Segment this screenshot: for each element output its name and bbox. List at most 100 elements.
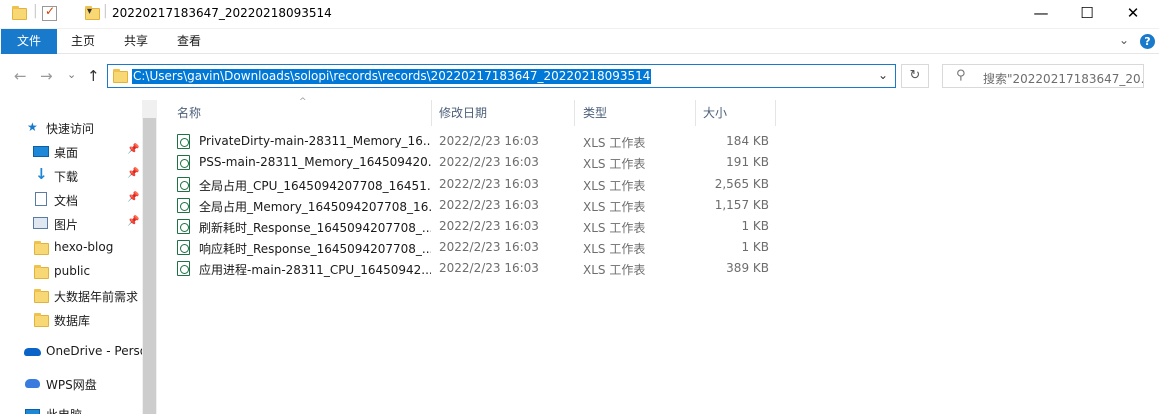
nav-item-downloads[interactable]: ↓ 下载 📌 <box>0 164 142 186</box>
file-date: 2022/2/23 16:03 <box>439 219 539 233</box>
file-type: XLS 工作表 <box>583 242 646 256</box>
file-type: XLS 工作表 <box>583 200 646 214</box>
file-date: 2022/2/23 16:03 <box>439 240 539 254</box>
column-header-size[interactable]: 大小 <box>703 100 727 126</box>
column-header-date[interactable]: 修改日期 <box>439 100 487 126</box>
column-header-type[interactable]: 类型 <box>583 100 607 126</box>
computer-icon <box>25 409 40 414</box>
file-name: PrivateDirty-main-28311_Memory_16... <box>199 134 431 148</box>
window-title: 20220217183647_20220218093514 <box>112 6 332 20</box>
file-name: 应用进程-main-28311_CPU_16450942... <box>199 263 431 277</box>
nav-item-wps[interactable]: WPS网盘 <box>0 372 142 394</box>
pin-icon: 📌 <box>127 192 140 203</box>
file-row[interactable]: 全局占用_CPU_1645094207708_16451... 2022/2/2… <box>163 174 775 195</box>
column-separator[interactable] <box>695 100 696 126</box>
file-name: 全局占用_CPU_1645094207708_16451... <box>199 179 431 193</box>
xls-file-icon <box>177 177 190 192</box>
search-icon: ⚲ <box>956 68 966 83</box>
nav-item-bigdata[interactable]: 大数据年前需求 <box>0 284 142 306</box>
file-row[interactable]: 响应耗时_Response_1645094207708_... 2022/2/2… <box>163 237 775 258</box>
file-size: 2,565 KB <box>714 177 769 191</box>
nav-quick-access[interactable]: ★ 快速访问 <box>0 116 142 138</box>
file-date: 2022/2/23 16:03 <box>439 155 539 169</box>
nav-item-public[interactable]: public <box>0 260 142 282</box>
xls-file-icon <box>177 240 190 255</box>
nav-scrollbar-thumb[interactable] <box>142 118 157 414</box>
xls-file-icon <box>177 219 190 234</box>
address-row: ← → ⌄ ↑ C:\Users\gavin\Downloads\solopi\… <box>0 54 1159 100</box>
file-date: 2022/2/23 16:03 <box>439 198 539 212</box>
nav-label: OneDrive - Perso <box>46 344 142 358</box>
document-icon <box>35 192 47 206</box>
folder-icon <box>34 241 49 255</box>
file-size: 191 KB <box>726 155 769 169</box>
file-row[interactable]: 全局占用_Memory_1645094207708_16... 2022/2/2… <box>163 195 775 216</box>
tab-home[interactable]: 主页 <box>62 29 104 54</box>
file-row[interactable]: PrivateDirty-main-28311_Memory_16... 202… <box>163 131 775 152</box>
up-button[interactable]: ↑ <box>87 67 100 85</box>
address-dropdown-icon[interactable]: ⌄ <box>878 68 888 82</box>
file-type: XLS 工作表 <box>583 157 646 171</box>
back-button[interactable]: ← <box>14 67 27 85</box>
file-name: PSS-main-28311_Memory_164509420... <box>199 155 431 169</box>
help-icon[interactable]: ? <box>1140 34 1155 49</box>
wps-cloud-icon <box>25 379 40 388</box>
folder-icon <box>34 265 49 279</box>
properties-icon[interactable]: ✓ <box>42 4 57 21</box>
column-separator[interactable] <box>574 100 575 126</box>
file-type: XLS 工作表 <box>583 221 646 235</box>
column-separator[interactable] <box>775 100 776 126</box>
tab-file[interactable]: 文件 <box>1 29 57 54</box>
nav-item-thispc[interactable]: 此电脑 <box>0 402 142 414</box>
file-name: 全局占用_Memory_1645094207708_16... <box>199 200 431 214</box>
column-separator[interactable] <box>431 100 432 126</box>
nav-item-documents[interactable]: 文档 📌 <box>0 188 142 210</box>
file-type: XLS 工作表 <box>583 136 646 150</box>
file-row[interactable]: 应用进程-main-28311_CPU_16450942... 2022/2/2… <box>163 258 775 279</box>
nav-label: hexo-blog <box>54 240 114 254</box>
expand-ribbon-icon[interactable]: ⌄ <box>1119 33 1129 47</box>
refresh-button[interactable]: ↻ <box>901 64 929 88</box>
nav-item-hexo-blog[interactable]: hexo-blog <box>0 236 142 258</box>
pin-icon: 📌 <box>127 144 140 155</box>
close-button[interactable]: ✕ <box>1110 0 1156 29</box>
star-icon: ★ <box>27 120 38 134</box>
search-input[interactable]: ⚲ 搜索"20220217183647_20... <box>942 64 1144 88</box>
column-header-name[interactable]: 名称 <box>177 100 201 126</box>
maximize-button[interactable]: ☐ <box>1064 0 1110 29</box>
file-row[interactable]: 刷新耗时_Response_1645094207708_... 2022/2/2… <box>163 216 775 237</box>
address-bar[interactable]: C:\Users\gavin\Downloads\solopi\records\… <box>107 64 896 88</box>
title-bar: | ✓ ▾ | 20220217183647_20220218093514 — … <box>0 0 1159 29</box>
nav-item-desktop[interactable]: 桌面 📌 <box>0 140 142 162</box>
file-name: 刷新耗时_Response_1645094207708_... <box>199 221 431 235</box>
forward-button[interactable]: → <box>40 67 53 85</box>
folder-icon <box>34 289 49 303</box>
file-size: 1 KB <box>741 240 769 254</box>
minimize-button[interactable]: — <box>1018 0 1064 29</box>
nav-label: 文档 <box>54 194 79 208</box>
file-type: XLS 工作表 <box>583 263 646 277</box>
nav-item-database[interactable]: 数据库 <box>0 308 142 330</box>
address-path[interactable]: C:\Users\gavin\Downloads\solopi\records\… <box>132 69 652 84</box>
nav-item-pictures[interactable]: 图片 📌 <box>0 212 142 234</box>
pin-icon: 📌 <box>127 216 140 227</box>
pin-icon: 📌 <box>127 168 140 179</box>
customize-toolbar-icon[interactable]: ▾ <box>87 6 92 17</box>
folder-icon <box>12 6 27 20</box>
nav-label: 快速访问 <box>46 122 95 136</box>
file-date: 2022/2/23 16:03 <box>439 261 539 275</box>
file-row[interactable]: PSS-main-28311_Memory_164509420... 2022/… <box>163 152 775 173</box>
search-placeholder: 搜索"20220217183647_20... <box>983 72 1143 86</box>
tab-share[interactable]: 共享 <box>114 29 158 54</box>
nav-label: WPS网盘 <box>46 378 97 392</box>
file-type: XLS 工作表 <box>583 179 646 193</box>
nav-item-onedrive[interactable]: OneDrive - Perso <box>0 340 142 362</box>
tab-view[interactable]: 查看 <box>168 29 210 54</box>
file-date: 2022/2/23 16:03 <box>439 177 539 191</box>
nav-label: 下载 <box>54 170 79 184</box>
xls-file-icon <box>177 198 190 213</box>
file-size: 389 KB <box>726 261 769 275</box>
nav-label: 大数据年前需求 <box>54 290 139 304</box>
recent-locations-button[interactable]: ⌄ <box>67 68 76 81</box>
file-name: 响应耗时_Response_1645094207708_... <box>199 242 431 256</box>
